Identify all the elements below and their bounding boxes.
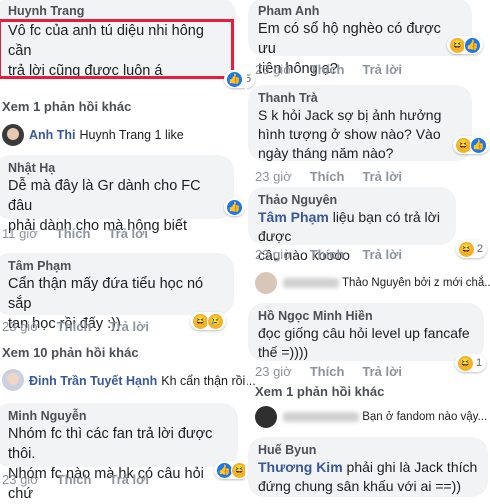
comment-text: thế =))))	[258, 344, 309, 360]
comment-author[interactable]: Pham Anh	[258, 4, 462, 19]
comment-text: hình tượng ở show nào? Vào	[258, 126, 441, 142]
comment-text: Tâm Phạm liệu bạn có trả lời được	[258, 208, 446, 246]
reaction-badge[interactable]: 😆 👍	[447, 36, 483, 54]
like-reaction-icon: 👍	[226, 70, 243, 88]
reply-author[interactable]: Đinh Trần Tuyết Hạnh	[29, 374, 157, 388]
comment-actions: 23 giờ Thích Trả lời	[2, 472, 167, 487]
like-button[interactable]: Thích	[310, 247, 345, 262]
reply-text: Bạn ở fandom nào vậy...	[362, 411, 488, 423]
comment-bubble: Minh Nguyễn Nhóm fc thì các fan trả lời …	[0, 403, 238, 502]
haha-reaction-icon: 😆	[458, 240, 475, 258]
avatar[interactable]	[2, 124, 24, 146]
comment-text: đứng chung sân khấu với ai ==))	[258, 478, 462, 494]
comment-author[interactable]: Minh Nguyễn	[8, 409, 228, 424]
right-comment-column: Pham Anh Em có sổ hộ nghèo có được ưu ti…	[247, 0, 490, 497]
comment-author[interactable]: Huế Byun	[258, 443, 478, 458]
comment-text: Thương Kim phải ghi là Jack thích	[258, 458, 478, 477]
comment-author[interactable]: Thảo Nguyên	[258, 193, 446, 208]
view-more-replies-link[interactable]: Xem 10 phản hồi khác	[2, 345, 139, 360]
tagged-user[interactable]: Thương Kim	[258, 459, 343, 475]
reaction-badge[interactable]: 👍	[224, 198, 245, 216]
blurred-author	[283, 411, 359, 422]
reply-button[interactable]: Trả lời	[362, 364, 402, 379]
comment-text: Nhóm fc thì các fan trả lời được thôi.	[8, 426, 213, 462]
reaction-badge[interactable]: 😆 2	[456, 240, 488, 258]
comment-text: S k hỏi Jack sợ bị ảnh hưởng	[258, 107, 442, 123]
comment-bubble: Hồ Ngọc Minh Hiền đọc giống câu hỏi leve…	[248, 303, 484, 361]
comment-bubble: Pham Anh Em có sổ hộ nghèo có được ưu ti…	[248, 0, 472, 77]
like-button[interactable]: Thích	[57, 472, 92, 487]
comment-actions: 23 giờ Thích Trả lời	[255, 364, 420, 379]
reply-preview[interactable]: Đinh Trần Tuyết Hạnh Kh cẩn thận rồi...	[29, 374, 256, 388]
reaction-count: 2	[477, 243, 484, 255]
comment-text-part: phải ghi là Jack thích	[346, 459, 478, 475]
comment-bubble: Huế Byun Thương Kim phải ghi là Jack thí…	[248, 437, 488, 497]
reaction-badge[interactable]: 😆 1	[455, 354, 487, 372]
like-button[interactable]: Thích	[310, 169, 345, 184]
haha-reaction-icon: 😆	[457, 354, 474, 372]
reply-preview[interactable]: Bạn ở fandom nào vậy...	[283, 411, 487, 423]
comment-bubble: Thảo Nguyên Tâm Phạm liệu bạn có trả lời…	[248, 187, 456, 263]
comment-text: ngày tháng năm nào?	[258, 145, 394, 161]
reply-text: Kh cẩn thận rồi...	[161, 374, 256, 388]
avatar[interactable]	[255, 406, 277, 428]
comment-time: 23 giờ	[255, 364, 292, 379]
comment-time: 11 giờ	[2, 226, 38, 241]
comment-bubble: Thanh Trà S k hỏi Jack sợ bị ảnh hưởng h…	[248, 85, 472, 161]
comment-actions: 11 giờ Thích Trả lời	[2, 226, 166, 241]
blurred-author	[283, 277, 339, 288]
reaction-badge[interactable]: 😆 😢	[190, 312, 226, 330]
reply-button[interactable]: Trả lời	[362, 247, 402, 262]
reply-button[interactable]: Trả lời	[362, 62, 402, 77]
like-button[interactable]: Thích	[310, 62, 345, 77]
comment-author[interactable]: Nhật Hạ	[8, 161, 224, 176]
comment-time: 23 giờ	[255, 62, 292, 77]
view-more-replies-link[interactable]: Xem 1 phản hồi khác	[255, 384, 384, 399]
reply-text: Thảo Nguyên bởi z mới chắ...	[342, 277, 490, 289]
comment-bubble: Tâm Phạm Cẩn thận mấy đứa tiểu học nó sắ…	[0, 253, 234, 332]
left-comment-column: Huynh Trang Vô fc của anh tú diệu nhi hô…	[0, 0, 256, 502]
comment-text: đọc giống câu hỏi level up fancafe	[258, 325, 470, 341]
view-more-replies-link[interactable]: Xem 1 phản hồi khác	[2, 99, 131, 114]
comment-text: Em có sổ hộ nghèo có được ưu	[258, 21, 441, 57]
like-reaction-icon: 👍	[464, 36, 481, 54]
reaction-count: 1	[476, 357, 483, 369]
comment-text: Cẩn thận mấy đứa tiểu học nó sắp	[8, 276, 204, 312]
like-button[interactable]: Thích	[56, 226, 91, 241]
red-highlight-box	[0, 19, 234, 79]
comment-actions: 23 giờ Thích Trả lời	[255, 247, 420, 262]
comment-text: Dễ mà đây là Gr dành cho FC đâu	[8, 178, 201, 214]
reply-preview[interactable]: Anh Thi Huynh Trang 1 like	[29, 128, 184, 142]
avatar[interactable]	[255, 272, 277, 294]
reply-button[interactable]: Trả lời	[362, 169, 402, 184]
reaction-badge[interactable]: 😆 👍	[453, 136, 489, 154]
reply-button[interactable]: Trả lời	[109, 319, 149, 334]
like-reaction-icon: 👍	[470, 136, 487, 154]
comment-time: 23 giờ	[255, 169, 292, 184]
reply-author[interactable]: Anh Thi	[29, 128, 76, 142]
comment-author[interactable]: Tâm Phạm	[8, 259, 224, 274]
comment-time: 23 giờ	[2, 319, 39, 334]
sad-reaction-icon: 😢	[207, 312, 224, 330]
comment-author[interactable]: Huynh Trang	[8, 4, 226, 19]
comment-time: 23 giờ	[2, 472, 39, 487]
like-button[interactable]: Thích	[310, 364, 345, 379]
comment-time: 23 giờ	[255, 247, 292, 262]
tagged-user[interactable]: Tâm Phạm	[258, 209, 329, 225]
reply-preview[interactable]: Thảo Nguyên bởi z mới chắ...	[283, 277, 490, 289]
avatar[interactable]	[2, 369, 24, 391]
comment-actions: 23 giờ Thích Trả lời	[2, 319, 167, 334]
reply-text: Huynh Trang 1 like	[79, 128, 184, 142]
like-button[interactable]: Thích	[57, 319, 92, 334]
comment-author[interactable]: Thanh Trà	[258, 91, 462, 106]
comment-actions: 23 giờ Thích Trả lời	[255, 62, 420, 77]
comment-author[interactable]: Hồ Ngọc Minh Hiền	[258, 309, 474, 324]
reply-button[interactable]: Trả lời	[108, 226, 148, 241]
comment-actions: 23 giờ Thích Trả lời	[255, 169, 420, 184]
like-reaction-icon: 👍	[226, 198, 243, 216]
comment-bubble: Nhật Hạ Dễ mà đây là Gr dành cho FC đâu …	[0, 155, 234, 234]
reply-button[interactable]: Trả lời	[109, 472, 149, 487]
